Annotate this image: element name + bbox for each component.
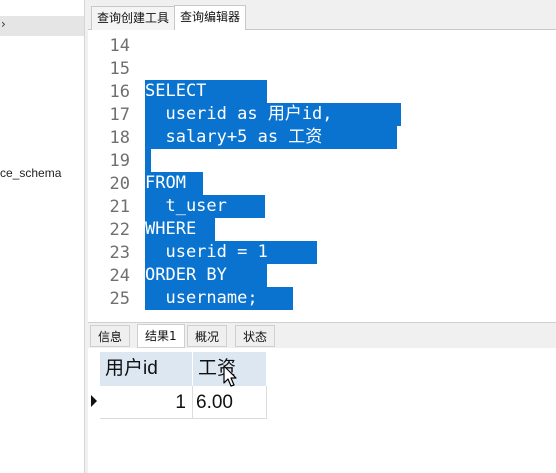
- code-text[interactable]: SELECT: [145, 80, 267, 103]
- sql-editor[interactable]: 14 15 16 SELECT 17 userid as 用户id, 18 sa…: [88, 30, 556, 318]
- editor-line: 17 userid as 用户id,: [88, 103, 556, 126]
- line-number: 22: [109, 220, 130, 240]
- column-header-userid[interactable]: 用户id: [100, 352, 193, 386]
- line-number: 25: [109, 289, 130, 309]
- result-grid[interactable]: 用户id 工资 1 6.00: [88, 348, 556, 473]
- code-text[interactable]: username;: [145, 287, 293, 310]
- editor-line: 21 t_user: [88, 195, 556, 218]
- line-number: 14: [109, 36, 130, 56]
- expand-arrow-icon[interactable]: ›: [1, 17, 6, 31]
- tab-info[interactable]: 信息: [90, 325, 131, 347]
- tab-profile[interactable]: 概况: [187, 325, 228, 347]
- tab-status[interactable]: 状态: [235, 325, 276, 347]
- editor-tabstrip: 查询创建工具 查询编辑器: [88, 0, 556, 31]
- code-text[interactable]: ORDER BY: [145, 264, 267, 287]
- navigator-item-schema[interactable]: ce_schema: [0, 166, 61, 180]
- code-text[interactable]: userid as 用户id,: [145, 103, 401, 126]
- line-number: 17: [109, 105, 130, 125]
- tab-result1[interactable]: 结果1: [137, 324, 185, 348]
- editor-line: 23 userid = 1: [88, 241, 556, 264]
- mouse-pointer-icon: [223, 365, 237, 387]
- editor-line: 18 salary+5 as 工资: [88, 126, 556, 149]
- editor-line: 14: [88, 34, 556, 57]
- code-text[interactable]: FROM: [145, 172, 203, 195]
- line-number: 18: [109, 128, 130, 148]
- code-text[interactable]: WHERE: [145, 218, 215, 241]
- code-text[interactable]: [145, 149, 151, 172]
- line-number: 23: [109, 243, 130, 263]
- tab-query-builder[interactable]: 查询创建工具: [91, 6, 176, 30]
- editor-line: 15: [88, 57, 556, 80]
- editor-line: 19: [88, 149, 556, 172]
- line-number: 24: [109, 266, 130, 286]
- line-number: 19: [109, 151, 130, 171]
- line-number: 16: [109, 82, 130, 102]
- editor-line: 20 FROM: [88, 172, 556, 195]
- current-row-indicator-icon: [88, 386, 100, 418]
- line-number: 15: [109, 59, 130, 79]
- navigator-pane: › ce_schema: [0, 0, 84, 473]
- line-number: 20: [109, 174, 130, 194]
- line-number: 21: [109, 197, 130, 217]
- editor-line: 25 username;: [88, 287, 556, 310]
- editor-line: 24 ORDER BY: [88, 264, 556, 287]
- tab-query-editor[interactable]: 查询编辑器: [174, 5, 247, 31]
- table-cell[interactable]: 6.00: [193, 386, 267, 419]
- result-tabstrip: 信息 结果1 概况 状态: [88, 322, 556, 348]
- table-cell[interactable]: 1: [100, 386, 193, 419]
- editor-line: 16 SELECT: [88, 80, 556, 103]
- editor-line: 22 WHERE: [88, 218, 556, 241]
- code-text[interactable]: userid = 1: [145, 241, 317, 264]
- navigator-selected-row[interactable]: [0, 16, 84, 36]
- code-text[interactable]: t_user: [145, 195, 265, 218]
- code-text[interactable]: salary+5 as 工资: [145, 126, 397, 149]
